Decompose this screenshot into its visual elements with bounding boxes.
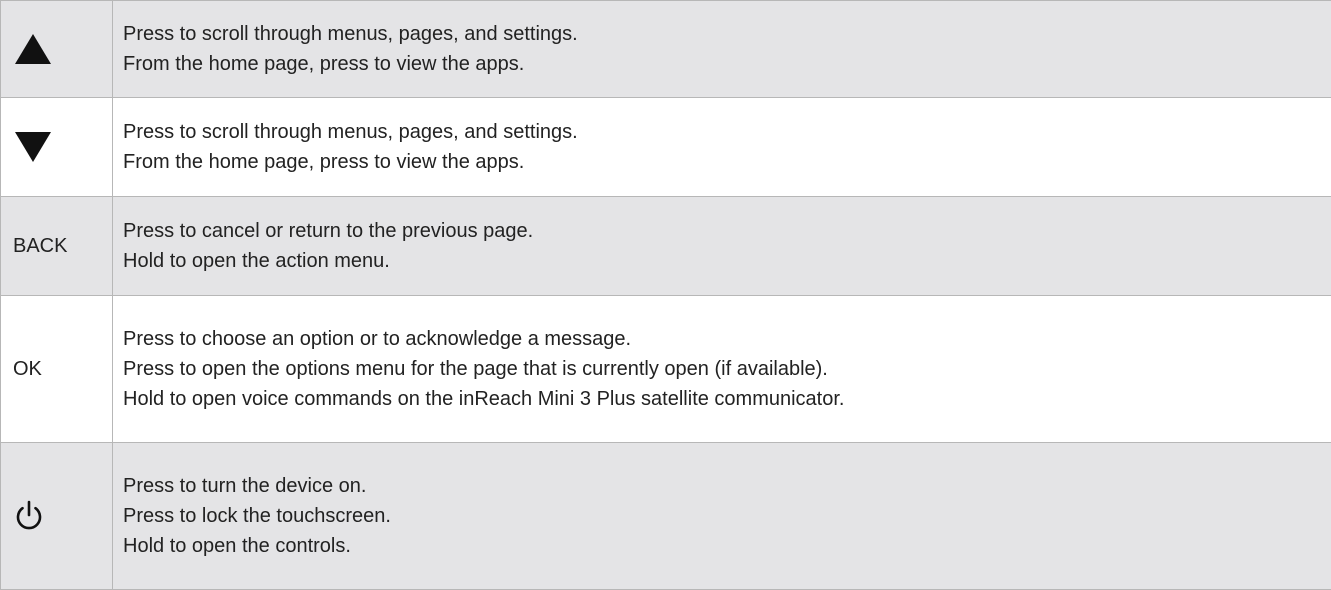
table-row-ok-key: OK Press to choose an option or to ackno… [1,296,1331,443]
description-cell-up: Press to scroll through menus, pages, an… [113,1,1331,98]
description-line: Press to open the options menu for the p… [123,354,1321,384]
description-line: Hold to open the controls. [123,531,1321,561]
description-line: From the home page, press to view the ap… [123,147,1321,177]
triangle-down-icon [13,130,53,164]
description-line: Press to turn the device on. [123,471,1321,501]
table-row-power-key: Press to turn the device on. Press to lo… [1,443,1331,590]
key-cell-down [1,98,113,197]
description-line: Press to choose an option or to acknowle… [123,324,1321,354]
description-line: Hold to open voice commands on the inRea… [123,384,1321,414]
description-line: Press to scroll through menus, pages, an… [123,117,1321,147]
table-row-up-key: Press to scroll through menus, pages, an… [1,1,1331,98]
description-line: Press to scroll through menus, pages, an… [123,19,1321,49]
key-label-ok: OK [1,296,113,443]
description-line: From the home page, press to view the ap… [123,49,1321,79]
description-line: Press to cancel or return to the previou… [123,216,1321,246]
key-cell-up [1,1,113,98]
description-cell-power: Press to turn the device on. Press to lo… [113,443,1331,590]
description-cell-ok: Press to choose an option or to acknowle… [113,296,1331,443]
key-cell-power [1,443,113,590]
triangle-up-icon [13,32,53,66]
table-row-down-key: Press to scroll through menus, pages, an… [1,98,1331,197]
description-cell-back: Press to cancel or return to the previou… [113,197,1331,296]
table-row-back-key: BACK Press to cancel or return to the pr… [1,197,1331,296]
description-line: Press to lock the touchscreen. [123,501,1321,531]
key-functions-table: Press to scroll through menus, pages, an… [0,0,1331,590]
description-cell-down: Press to scroll through menus, pages, an… [113,98,1331,197]
power-icon [13,499,45,533]
key-label-back: BACK [1,197,113,296]
description-line: Hold to open the action menu. [123,246,1321,276]
